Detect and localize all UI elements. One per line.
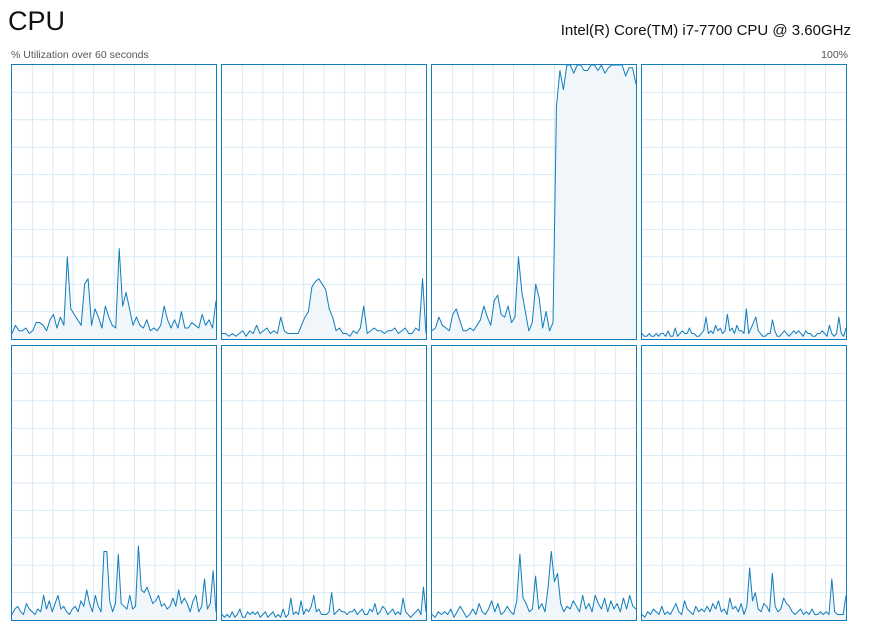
core-graph-svg [222,65,426,339]
core-graph-3 [431,64,637,340]
core-graph-6 [221,345,427,621]
core-graph-svg [432,346,636,620]
max-utilization-label: 100% [821,49,848,61]
core-graph-svg [222,346,426,620]
core-graph-5 [11,345,217,621]
core-graph-4 [641,64,847,340]
utilization-label: % Utilization over 60 seconds [11,49,149,61]
core-graph-svg [12,65,216,339]
core-graph-svg [642,346,846,620]
graph-gridlines [642,65,846,339]
graph-gridlines [12,346,216,620]
core-graph-2 [221,64,427,340]
core-graph-1 [11,64,217,340]
graph-gridlines [222,346,426,620]
core-graph-svg [642,65,846,339]
core-graph-svg [432,65,636,339]
core-graph-7 [431,345,637,621]
cpu-title: CPU [8,6,66,36]
processor-name: Intel(R) Core(TM) i7-7700 CPU @ 3.60GHz [560,22,851,39]
graph-gridlines [12,65,216,339]
core-graph-svg [12,346,216,620]
graph-gridlines [642,346,846,620]
graph-gridlines [432,346,636,620]
core-graph-8 [641,345,847,621]
